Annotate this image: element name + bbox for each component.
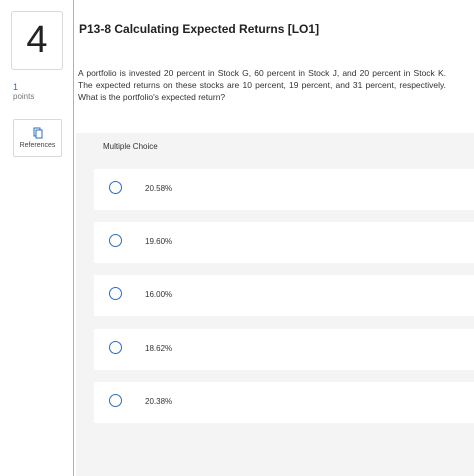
- multiple-choice-panel: Multiple Choice 20.58% 19.60% 16.00% 18.…: [76, 133, 474, 476]
- question-content: P13-8 Calculating Expected Returns [LO1]…: [73, 0, 474, 476]
- radio-button[interactable]: [109, 394, 122, 407]
- points-value: 1: [13, 82, 19, 92]
- answer-option[interactable]: 19.60%: [94, 222, 474, 263]
- references-icon: [33, 127, 42, 139]
- radio-button[interactable]: [109, 287, 122, 300]
- answer-option-label: 18.62%: [145, 344, 173, 353]
- points-info: 1 points: [13, 82, 34, 102]
- answer-option-label: 19.60%: [145, 237, 173, 246]
- answer-option-label: 20.58%: [145, 184, 173, 193]
- answer-option[interactable]: 20.38%: [94, 382, 474, 423]
- multiple-choice-label: Multiple Choice: [103, 142, 158, 151]
- answer-option[interactable]: 18.62%: [94, 329, 474, 370]
- question-sidebar: 4 1 points References: [0, 0, 74, 476]
- radio-button[interactable]: [109, 234, 122, 247]
- radio-button[interactable]: [109, 341, 122, 354]
- answer-option-label: 16.00%: [145, 290, 173, 299]
- references-label: References: [19, 142, 56, 149]
- answer-option-label: 20.38%: [145, 397, 173, 406]
- references-button[interactable]: References: [13, 119, 62, 157]
- answer-option[interactable]: 16.00%: [94, 275, 474, 316]
- answer-option[interactable]: 20.58%: [94, 169, 474, 210]
- question-title: P13-8 Calculating Expected Returns [LO1]: [79, 22, 320, 36]
- question-text: A portfolio is invested 20 percent in St…: [78, 68, 446, 102]
- radio-button[interactable]: [109, 181, 122, 194]
- question-number: 4: [11, 11, 63, 70]
- points-label: points: [13, 92, 35, 101]
